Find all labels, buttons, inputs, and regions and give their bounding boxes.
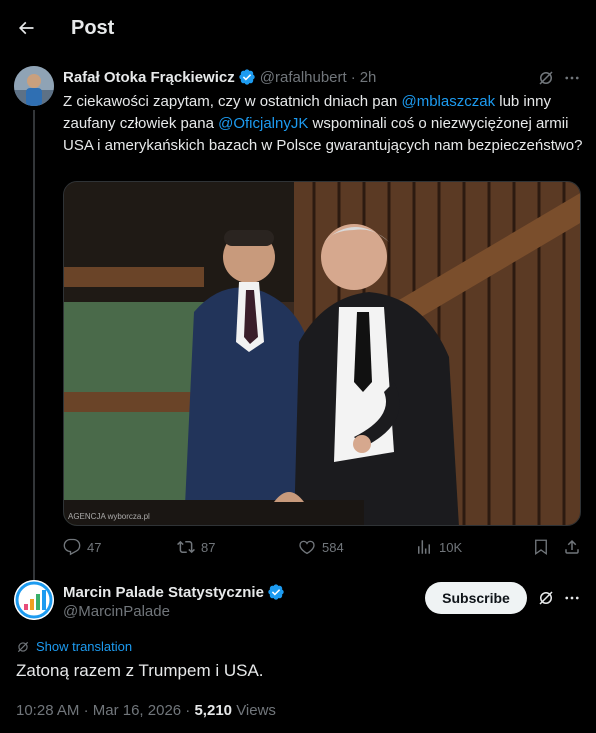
separator-dot: · bbox=[350, 68, 356, 86]
mention-link[interactable]: @mblaszczak bbox=[401, 93, 495, 110]
ellipsis-icon bbox=[565, 596, 579, 600]
main-author-avatar[interactable] bbox=[14, 580, 54, 620]
verified-badge-icon bbox=[268, 584, 284, 600]
like-count: 584 bbox=[322, 539, 344, 555]
page-title: Post bbox=[71, 17, 115, 39]
post-time[interactable]: 10:28 AM bbox=[16, 702, 79, 719]
grok-button[interactable] bbox=[535, 587, 557, 609]
back-button[interactable] bbox=[10, 12, 42, 44]
photo-illustration bbox=[64, 182, 580, 525]
separator-dot: · bbox=[185, 702, 191, 719]
repost-icon bbox=[177, 540, 195, 554]
reply-button[interactable]: 47 bbox=[63, 538, 101, 556]
more-options-button[interactable] bbox=[561, 587, 583, 609]
show-translation-label: Show translation bbox=[36, 639, 133, 654]
separator-dot: · bbox=[83, 702, 89, 719]
author-avatar[interactable] bbox=[14, 66, 54, 106]
quoted-post-text: Z ciekawości zapytam, czy w ostatnich dn… bbox=[63, 91, 583, 157]
translate-icon bbox=[17, 641, 29, 652]
show-translation-link[interactable]: Show translation bbox=[16, 639, 132, 654]
repost-count: 87 bbox=[201, 539, 216, 555]
grok-icon bbox=[539, 591, 553, 605]
text-segment: Z ciekawości zapytam, czy w ostatnich dn… bbox=[63, 93, 402, 110]
verified-badge-icon bbox=[239, 69, 255, 85]
main-author-handle[interactable]: @MarcinPalade bbox=[63, 603, 170, 620]
image-watermark: AGENCJA wyborcza.pl bbox=[68, 512, 150, 521]
views-label: Views bbox=[236, 702, 276, 719]
main-post-text: Zatoną razem z Trumpem i USA. bbox=[16, 661, 264, 680]
author-handle[interactable]: @rafalhubert bbox=[260, 69, 347, 86]
views-count: 10K bbox=[439, 539, 463, 555]
author-name[interactable]: Rafał Otoka Frąckiewicz bbox=[63, 69, 235, 86]
bookmark-button[interactable] bbox=[532, 538, 550, 556]
views-count: 5,210 bbox=[194, 702, 233, 719]
post-date[interactable]: Mar 16, 2026 bbox=[93, 702, 181, 719]
post-time[interactable]: 2h bbox=[360, 69, 377, 86]
bookmark-icon bbox=[535, 539, 547, 556]
thread-connector bbox=[33, 110, 35, 580]
views-button[interactable]: 10K bbox=[415, 538, 462, 556]
share-icon bbox=[565, 539, 579, 554]
main-author-name[interactable]: Marcin Palade Statystycznie bbox=[63, 584, 264, 601]
like-button[interactable]: 584 bbox=[298, 538, 344, 556]
subscribe-button[interactable]: Subscribe bbox=[425, 582, 527, 614]
ellipsis-icon bbox=[565, 76, 579, 80]
main-author-row: Marcin Palade Statystycznie bbox=[63, 583, 285, 601]
quoted-author-row: Rafał Otoka Frąckiewicz @rafalhubert · 2… bbox=[63, 68, 376, 86]
grok-button[interactable] bbox=[535, 67, 557, 89]
share-button[interactable] bbox=[563, 538, 581, 556]
more-options-button[interactable] bbox=[561, 67, 583, 89]
heart-icon bbox=[299, 540, 315, 555]
reply-count: 47 bbox=[87, 539, 102, 555]
repost-button[interactable]: 87 bbox=[177, 538, 215, 556]
arrow-left-icon bbox=[18, 21, 34, 35]
top-bar: Post bbox=[0, 0, 596, 57]
post-image[interactable]: AGENCJA wyborcza.pl bbox=[63, 181, 581, 526]
analytics-icon bbox=[418, 540, 430, 554]
mention-link[interactable]: @OficjalnyJK bbox=[218, 115, 308, 132]
post-metadata: 10:28 AM · Mar 16, 2026 · 5,210 Views bbox=[16, 702, 276, 719]
post-actions: 47 87 584 10K bbox=[63, 538, 583, 560]
reply-icon bbox=[63, 538, 81, 556]
grok-icon bbox=[539, 71, 553, 85]
